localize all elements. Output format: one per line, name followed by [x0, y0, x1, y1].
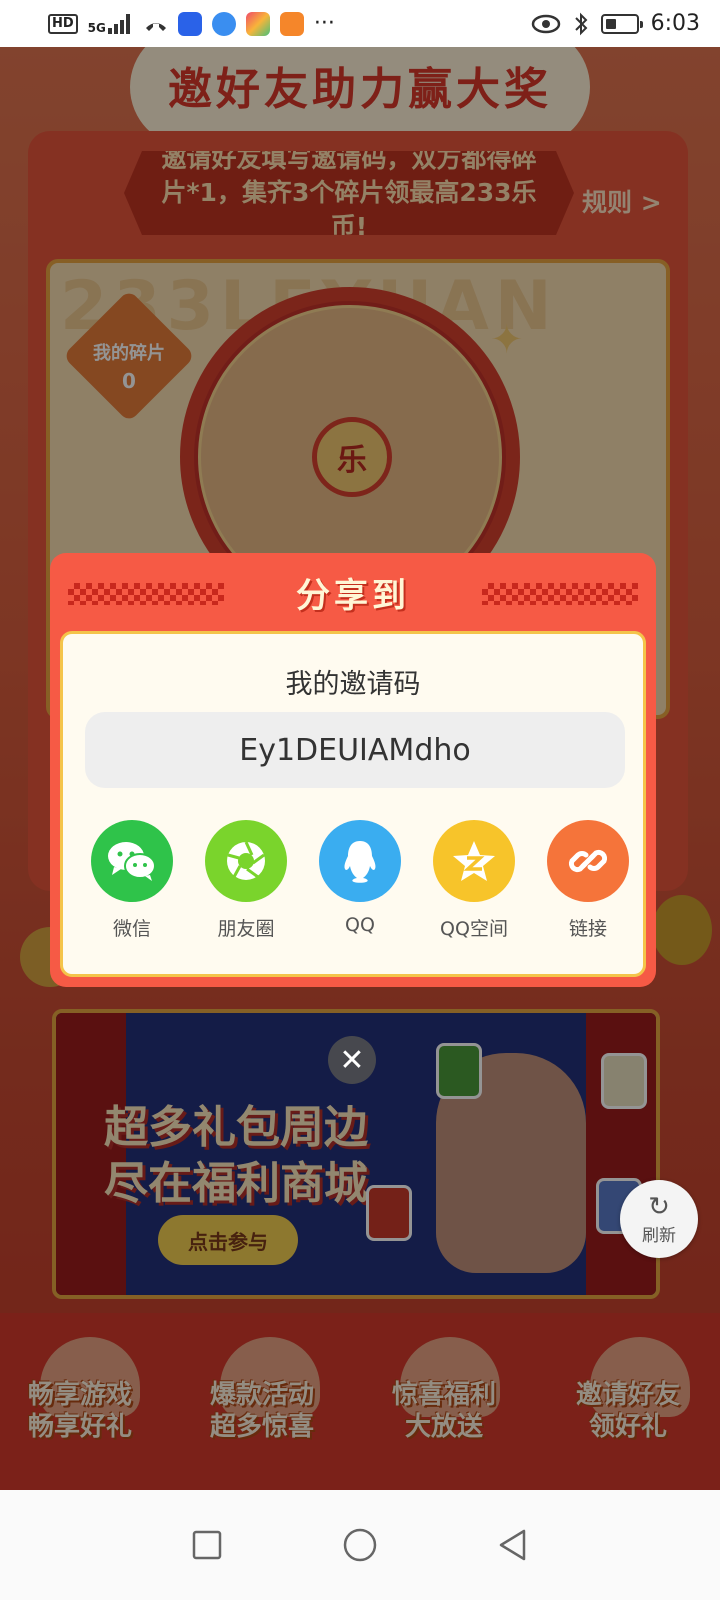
share-option-qq[interactable]: QQ: [305, 820, 415, 936]
status-left: HD 5G ···: [48, 11, 335, 36]
clock: 6:03: [650, 11, 700, 36]
circle-icon: [343, 1528, 377, 1562]
share-option-label: 链接: [568, 918, 607, 940]
invite-code-label: 我的邀请码: [285, 669, 421, 700]
system-nav-bar: [0, 1490, 720, 1600]
qzone-icon: [433, 820, 515, 902]
app-notification-icon: [279, 11, 304, 36]
recent-apps-button[interactable]: [177, 1515, 237, 1575]
app-notification-icon: [177, 11, 202, 36]
share-option-qzone[interactable]: QQ空间: [419, 820, 529, 941]
invite-code-field[interactable]: Ey1DEUIAMdho: [85, 712, 625, 788]
signal-icon: 5G: [87, 13, 134, 35]
qq-icon: [319, 820, 401, 902]
eye-icon: [531, 14, 560, 33]
checker-decoration: [68, 583, 224, 605]
share-option-label: QQ空间: [440, 918, 508, 940]
share-dialog-title: 分享到: [296, 575, 410, 616]
share-option-wechat[interactable]: 微信: [77, 820, 187, 941]
wechat-icon: [91, 820, 173, 902]
refresh-icon: ↻: [648, 1191, 670, 1222]
refresh-label: 刷新: [642, 1225, 676, 1246]
moments-icon: [205, 820, 287, 902]
share-option-label: 朋友圈: [217, 918, 275, 940]
share-dialog-header: 分享到: [50, 553, 656, 631]
status-bar: HD 5G ··· 6:03: [0, 0, 720, 47]
square-icon: [192, 1530, 221, 1560]
battery-icon: [600, 13, 643, 34]
checker-decoration: [482, 583, 638, 605]
bluetooth-icon: [574, 12, 588, 35]
status-right: 6:03: [531, 11, 700, 36]
more-notifications-icon: ···: [313, 11, 335, 36]
hd-badge-icon: HD: [48, 13, 78, 34]
share-dialog-body: 我的邀请码 Ey1DEUIAMdho 微信 朋友圈 QQ QQ空间 链接: [60, 631, 646, 977]
close-button[interactable]: ✕: [328, 1036, 376, 1084]
link-icon: [547, 820, 629, 902]
app-notification-icon: [245, 11, 270, 36]
share-option-moments[interactable]: 朋友圈: [191, 820, 301, 941]
home-button[interactable]: [330, 1515, 390, 1575]
app-notification-icon: [211, 11, 236, 36]
share-option-link[interactable]: 链接: [533, 820, 643, 941]
refresh-button[interactable]: ↻ 刷新: [620, 1180, 698, 1258]
back-button[interactable]: [483, 1515, 543, 1575]
share-option-label: QQ: [345, 914, 375, 936]
share-dialog: 分享到 我的邀请码 Ey1DEUIAMdho 微信 朋友圈 QQ QQ空间 链接: [50, 553, 656, 987]
share-option-label: 微信: [112, 918, 151, 940]
missed-call-icon: [145, 22, 166, 31]
back-triangle-icon: [500, 1529, 526, 1561]
network-type-label: 5G: [87, 20, 106, 35]
